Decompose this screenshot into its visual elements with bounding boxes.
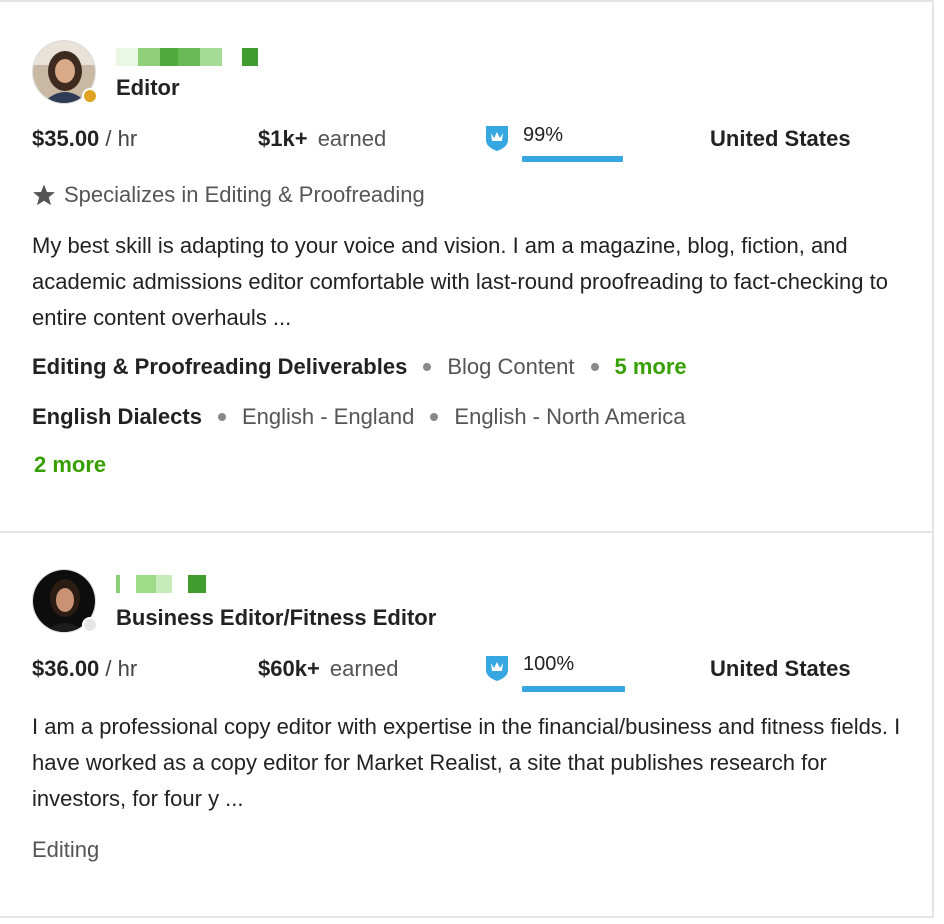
separator-dot bbox=[217, 413, 226, 421]
country: United States bbox=[710, 126, 851, 151]
skill-group-label: English Dialects bbox=[32, 404, 202, 429]
top-rated-shield-icon bbox=[486, 126, 508, 151]
job-success-score: 100% bbox=[523, 653, 575, 675]
skill-group-label: Editing & Proofreading Deliverables bbox=[32, 354, 408, 379]
profile-description[interactable]: I am a professional copy editor with exp… bbox=[32, 709, 902, 817]
separator-dot bbox=[430, 413, 439, 421]
skill-tag[interactable]: Blog Content bbox=[447, 354, 574, 380]
separator-dot bbox=[423, 363, 432, 371]
separator-dot bbox=[590, 363, 599, 371]
specialty: Specializes in Editing & Proofreading bbox=[32, 182, 425, 208]
country: United States bbox=[710, 656, 851, 681]
earned-label: earned bbox=[329, 656, 399, 681]
freelancer-card[interactable]: Editor $35.00 / hr $1k+ earned 99% Unite… bbox=[0, 0, 934, 530]
skill-group-row: English Dialects English - England Engli… bbox=[32, 404, 686, 430]
skill-tag[interactable]: English - North America bbox=[454, 404, 685, 430]
total-earned: $1k+ earned bbox=[258, 126, 386, 152]
star-icon bbox=[33, 184, 55, 206]
skill-tag[interactable]: Editing bbox=[32, 837, 99, 863]
freelancer-card[interactable]: Business Editor/Fitness Editor $36.00 / … bbox=[0, 533, 934, 916]
more-skills-link[interactable]: 2 more bbox=[34, 452, 106, 478]
earned-amount: $1k+ bbox=[258, 126, 308, 151]
job-success-bar bbox=[522, 156, 623, 162]
job-success-bar bbox=[522, 686, 625, 692]
blurred-name[interactable] bbox=[116, 48, 262, 66]
rate-unit: / hr bbox=[105, 656, 138, 681]
job-success-score: 99% bbox=[523, 124, 564, 146]
rate-unit: / hr bbox=[105, 126, 138, 151]
freelancer-title: Business Editor/Fitness Editor bbox=[116, 605, 437, 630]
total-earned: $60k+ earned bbox=[258, 656, 398, 682]
earned-amount: $60k+ bbox=[258, 656, 320, 681]
specialty-text: Specializes in Editing & Proofreading bbox=[64, 182, 425, 207]
skill-group-row: Editing & Proofreading Deliverables Blog… bbox=[32, 354, 687, 380]
more-skills-link[interactable]: 5 more bbox=[615, 354, 687, 380]
online-status-dot bbox=[82, 88, 98, 104]
list-bottom-border bbox=[0, 916, 934, 918]
freelancer-title: Editor bbox=[116, 75, 180, 100]
hourly-rate: $36.00 / hr bbox=[32, 656, 137, 682]
blurred-name[interactable] bbox=[116, 575, 210, 593]
skill-tag[interactable]: English - England bbox=[242, 404, 414, 430]
offline-status-dot bbox=[82, 617, 98, 633]
rate-amount: $36.00 bbox=[32, 656, 100, 681]
hourly-rate: $35.00 / hr bbox=[32, 126, 137, 152]
earned-label: earned bbox=[317, 126, 387, 151]
profile-description[interactable]: My best skill is adapting to your voice … bbox=[32, 228, 902, 336]
top-rated-shield-icon bbox=[486, 656, 508, 681]
rate-amount: $35.00 bbox=[32, 126, 100, 151]
